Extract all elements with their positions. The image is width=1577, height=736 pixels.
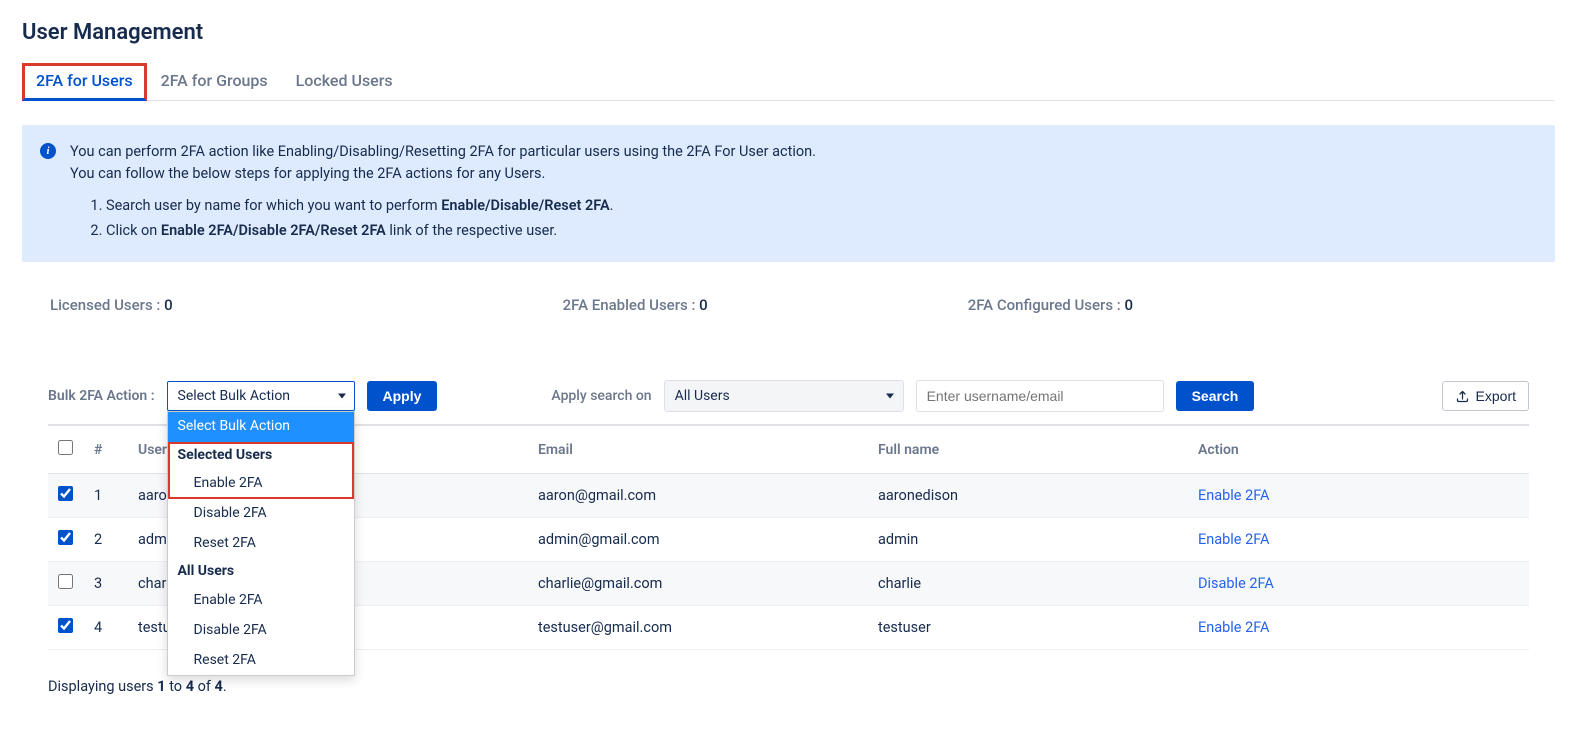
stat-enabled: 2FA Enabled Users : 0 [563, 296, 708, 314]
apply-search-select[interactable]: All Users [664, 380, 904, 412]
dd-opt-select-bulk[interactable]: Select Bulk Action [168, 412, 354, 442]
bulk-action-dropdown: Select Bulk Action Selected Users Enable… [167, 411, 355, 676]
tab-2fa-users[interactable]: 2FA for Users [22, 63, 147, 101]
export-icon [1455, 389, 1470, 404]
search-button[interactable]: Search [1176, 381, 1255, 411]
tab-2fa-groups[interactable]: 2FA for Groups [147, 63, 282, 101]
row-action-link[interactable]: Enable 2FA [1198, 531, 1270, 548]
select-all-checkbox[interactable] [58, 440, 73, 455]
tab-locked-users[interactable]: Locked Users [282, 63, 407, 101]
th-fullname: Full name [868, 425, 1188, 474]
stat-licensed: Licensed Users : 0 [50, 296, 173, 314]
th-num: # [84, 425, 128, 474]
info-step-1: Search user by name for which you want t… [106, 195, 816, 217]
row-email: testuser@gmail.com [528, 606, 868, 650]
info-icon: i [40, 143, 56, 159]
row-fullname: admin [868, 518, 1188, 562]
bulk-action-select-wrap: Select Bulk Action Select Bulk Action Se… [167, 381, 355, 411]
export-label: Export [1476, 388, 1516, 404]
dd-opt-selected-disable[interactable]: Disable 2FA [168, 499, 354, 529]
stats-row: Licensed Users : 0 2FA Enabled Users : 0… [22, 290, 1555, 320]
row-checkbox[interactable] [58, 574, 73, 589]
row-action-link[interactable]: Enable 2FA [1198, 487, 1270, 504]
dd-group-selected-users: Selected Users [168, 442, 354, 470]
dd-opt-selected-enable[interactable]: Enable 2FA [168, 469, 354, 499]
bulk-action-select[interactable]: Select Bulk Action [167, 381, 355, 411]
search-input[interactable] [916, 380, 1164, 412]
row-email: aaron@gmail.com [528, 474, 868, 518]
row-fullname: testuser [868, 606, 1188, 650]
controls-row: Bulk 2FA Action : Select Bulk Action Sel… [22, 380, 1555, 412]
tabs: 2FA for Users 2FA for Groups Locked User… [22, 63, 1555, 101]
row-email: charlie@gmail.com [528, 562, 868, 606]
dd-opt-all-reset[interactable]: Reset 2FA [168, 646, 354, 676]
row-checkbox[interactable] [58, 486, 73, 501]
row-email: admin@gmail.com [528, 518, 868, 562]
apply-search-label: Apply search on [551, 388, 651, 404]
dd-opt-selected-reset[interactable]: Reset 2FA [168, 529, 354, 559]
export-button[interactable]: Export [1442, 381, 1529, 411]
row-checkbox[interactable] [58, 530, 73, 545]
page-title: User Management [22, 20, 1555, 45]
dd-opt-all-disable[interactable]: Disable 2FA [168, 616, 354, 646]
th-action: Action [1188, 425, 1529, 474]
dd-opt-all-enable[interactable]: Enable 2FA [168, 586, 354, 616]
dd-group-all-users: All Users [168, 558, 354, 586]
info-line2: You can follow the below steps for apply… [70, 163, 816, 185]
row-num: 1 [84, 474, 128, 518]
row-num: 3 [84, 562, 128, 606]
row-action-link[interactable]: Enable 2FA [1198, 619, 1270, 636]
row-action-link[interactable]: Disable 2FA [1198, 575, 1274, 592]
stat-configured: 2FA Configured Users : 0 [968, 296, 1133, 314]
row-fullname: aaronedison [868, 474, 1188, 518]
row-fullname: charlie [868, 562, 1188, 606]
row-num: 2 [84, 518, 128, 562]
info-box: i You can perform 2FA action like Enabli… [22, 125, 1555, 262]
bulk-action-label: Bulk 2FA Action : [48, 388, 155, 404]
info-step-2: Click on Enable 2FA/Disable 2FA/Reset 2F… [106, 220, 816, 242]
row-num: 4 [84, 606, 128, 650]
apply-button[interactable]: Apply [367, 381, 438, 411]
info-line1: You can perform 2FA action like Enabling… [70, 141, 816, 163]
th-email: Email [528, 425, 868, 474]
row-checkbox[interactable] [58, 618, 73, 633]
